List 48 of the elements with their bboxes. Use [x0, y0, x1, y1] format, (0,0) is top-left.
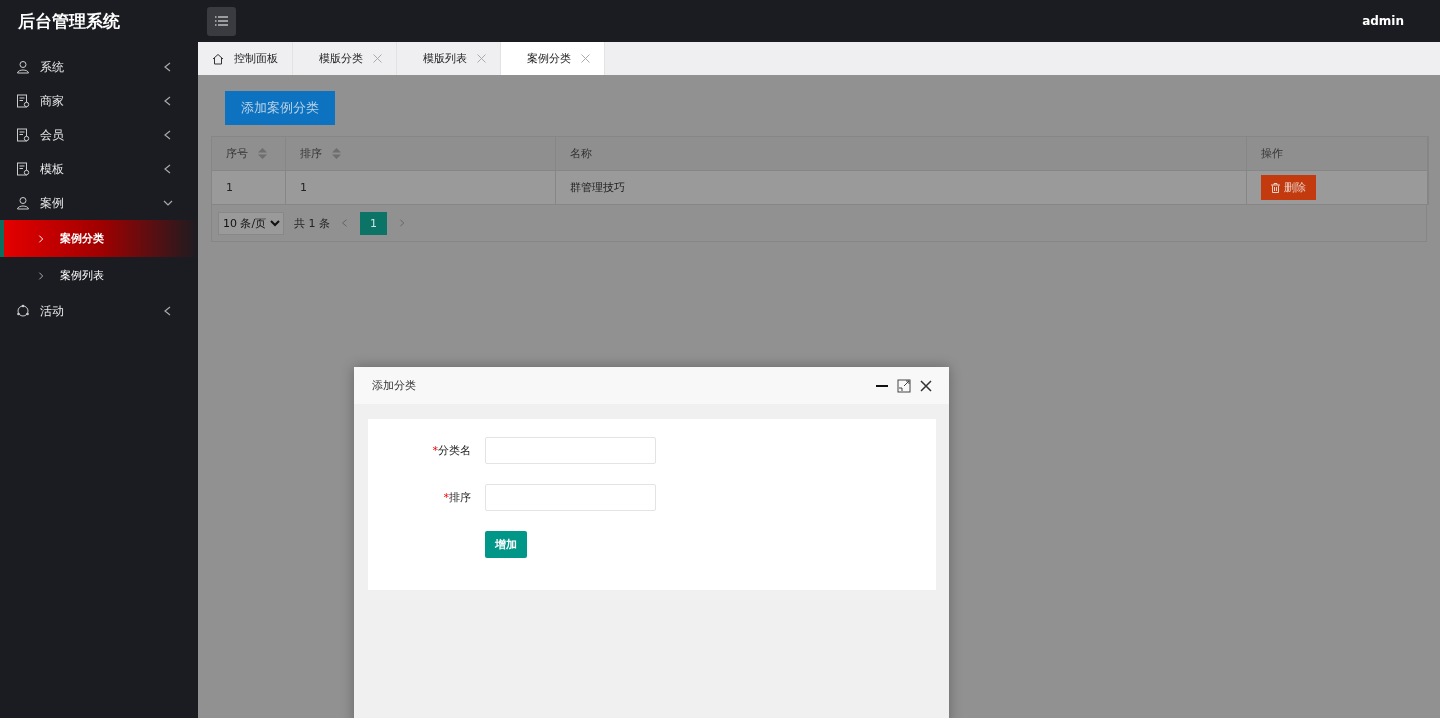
- sidebar-item[interactable]: 会员: [0, 118, 198, 152]
- delete-button[interactable]: 删除: [1261, 175, 1316, 200]
- user-name[interactable]: admin: [1362, 14, 1404, 28]
- sidebar-item[interactable]: 活动: [0, 294, 198, 328]
- menu-button[interactable]: [207, 6, 236, 36]
- dialog-title: 添加分类: [372, 378, 416, 393]
- sidebar-item[interactable]: 案例: [0, 186, 198, 220]
- home-icon: [212, 52, 224, 65]
- sort-icon[interactable]: [332, 148, 341, 159]
- prev-icon: [340, 218, 350, 228]
- chevron-icon: [36, 270, 46, 281]
- submit-button[interactable]: 增加: [485, 531, 527, 558]
- user-icon: [16, 196, 30, 210]
- sort-icon[interactable]: [258, 148, 267, 159]
- document-icon: [16, 128, 30, 142]
- page-button[interactable]: 1: [360, 211, 387, 235]
- document-icon: [16, 94, 30, 108]
- column-header: 排序: [286, 137, 556, 171]
- table-cell: 1: [212, 171, 286, 204]
- page-size-select[interactable]: 10 条/页: [218, 211, 284, 235]
- chevron-icon: [36, 233, 46, 244]
- tab[interactable]: 案例分类: [501, 42, 605, 75]
- total-count: 共 1 条: [294, 215, 330, 231]
- input-field[interactable]: [485, 437, 656, 464]
- document-icon: [16, 162, 30, 176]
- sidebar-subitem[interactable]: 案例列表: [0, 257, 198, 294]
- tab[interactable]: 控制面板: [198, 42, 293, 75]
- menu-icon: [215, 16, 228, 26]
- trash-icon: [1271, 182, 1280, 193]
- field-label: *排序: [442, 490, 471, 505]
- field-label: *分类名: [431, 443, 471, 458]
- close-icon[interactable]: [919, 378, 933, 393]
- input-field[interactable]: [485, 484, 656, 511]
- sidebar-item[interactable]: 模板: [0, 152, 198, 186]
- table-cell: 群管理技巧: [556, 171, 1247, 204]
- sidebar-subitem[interactable]: 案例分类: [0, 220, 198, 257]
- app-title: 后台管理系统: [0, 0, 198, 42]
- column-header: 操作: [1247, 137, 1428, 171]
- user-icon: [16, 60, 30, 74]
- column-header: 名称: [556, 137, 1247, 171]
- tab[interactable]: 模版分类: [293, 42, 397, 75]
- cycle-icon: [16, 304, 30, 318]
- column-header: 序号: [212, 137, 286, 171]
- sidebar-item[interactable]: 系统: [0, 50, 198, 84]
- table-cell: 1: [286, 171, 556, 204]
- maximize-icon[interactable]: [897, 378, 911, 393]
- sidebar-item[interactable]: 商家: [0, 84, 198, 118]
- next-icon: [397, 218, 407, 228]
